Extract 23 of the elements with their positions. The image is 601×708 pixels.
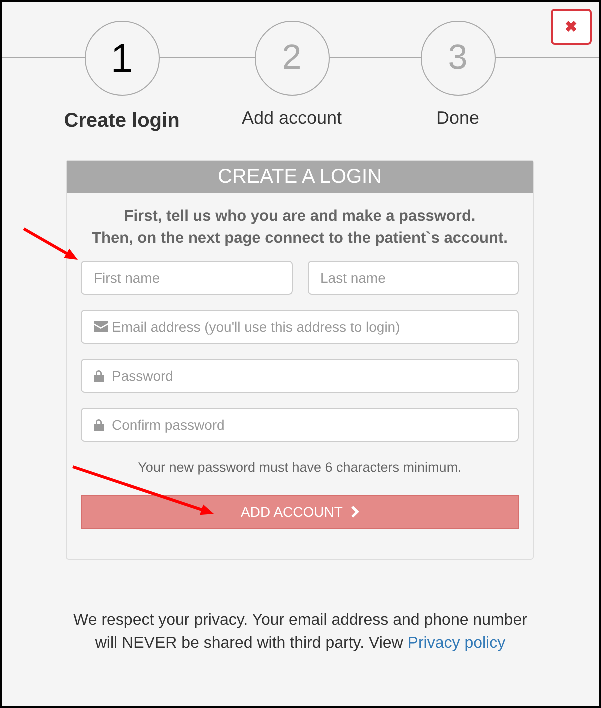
privacy-notice: We respect your privacy. Your email address and phone number will NEVER be shared with third party. View Privacy policy	[72, 611, 528, 654]
form-title: CREATE A LOGIN	[67, 161, 533, 193]
annotation-arrow	[23, 228, 78, 260]
envelope-icon	[94, 322, 108, 332]
step-number: 1	[84, 21, 160, 96]
input-field[interactable]: Email address (you'll use this address to login)	[81, 310, 519, 344]
close-button[interactable]: ✖	[551, 9, 592, 45]
lock-icon	[94, 419, 104, 431]
input-field[interactable]: First name	[81, 261, 292, 295]
chevron-right-icon	[350, 506, 359, 518]
lock-icon	[94, 370, 104, 382]
input-field[interactable]: Confirm password	[81, 408, 519, 442]
step-label: Create login	[64, 109, 180, 134]
input-field[interactable]: Last name	[308, 261, 519, 295]
input-field[interactable]: Password	[81, 359, 519, 393]
step-number: 2	[254, 21, 330, 96]
intro-text: Then, on the next page connect to the patient`s account.	[91, 229, 509, 249]
step-label: Done	[436, 107, 480, 130]
step-number: 3	[420, 21, 496, 96]
step-label: Add account	[242, 107, 342, 130]
intro-text: First, tell us who you are and make a password.	[123, 207, 477, 227]
password-hint: Your new password must have 6 characters minimum.	[137, 459, 463, 477]
privacy-policy-link[interactable]: Privacy policy	[408, 635, 506, 652]
